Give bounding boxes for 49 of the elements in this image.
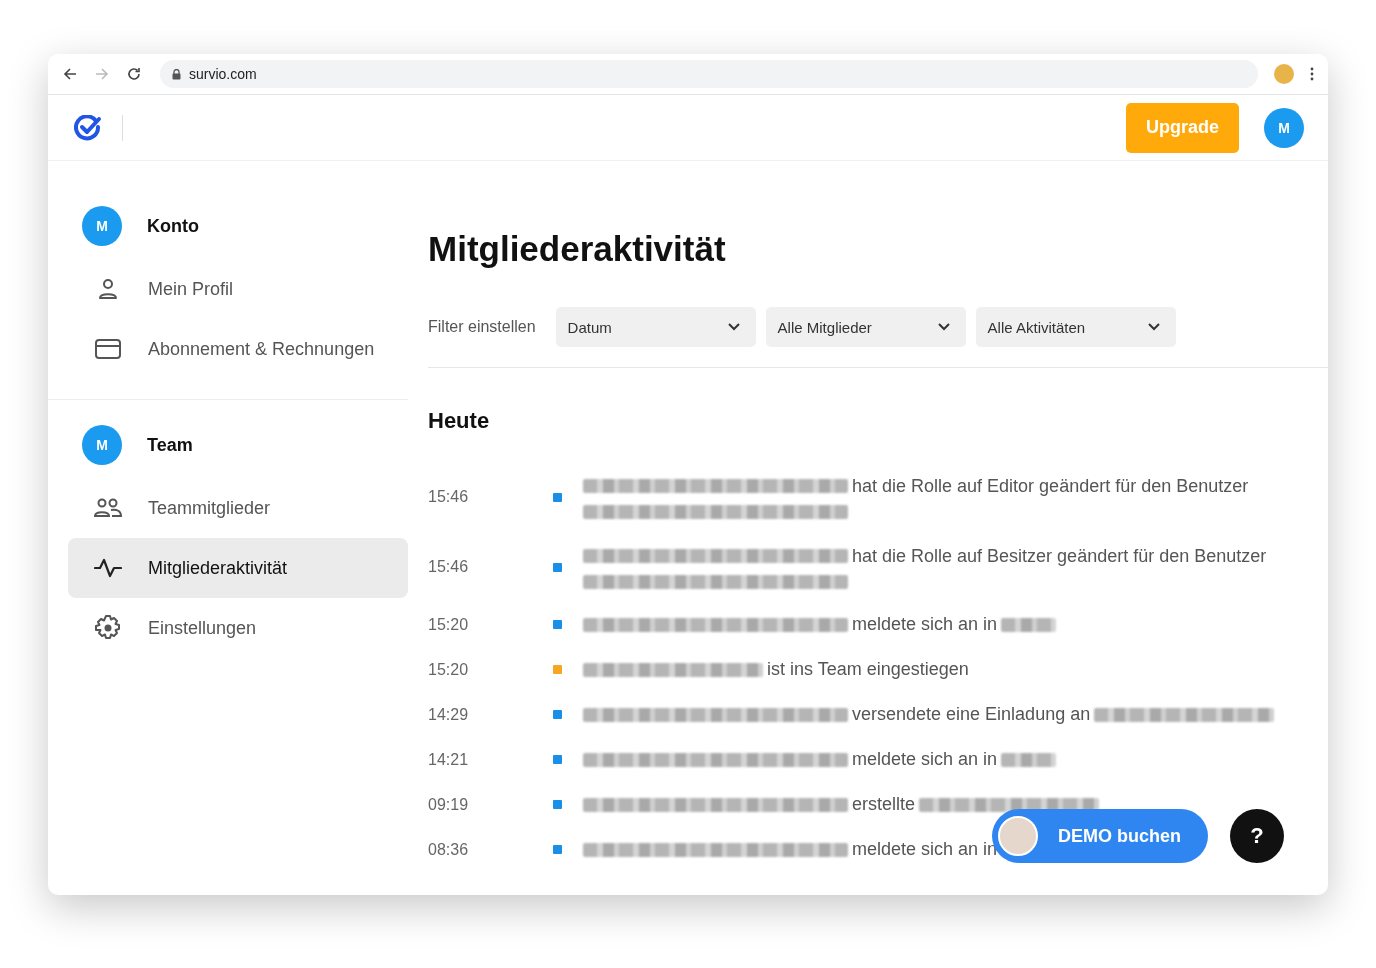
chevron-icon [937,323,950,331]
people-icon [94,498,122,518]
redacted-text [1001,617,1057,632]
chevron-icon [727,323,740,331]
entry-time: 08:36 [428,840,470,859]
person-icon [98,278,118,300]
team-avatar: M [82,425,122,465]
sidebar-item[interactable]: Mitgliederaktivität [68,538,408,598]
settings-icon [95,615,121,641]
entry-time: 09:19 [428,795,470,814]
lock-icon [172,68,181,80]
filter-label: Filter einstellen [428,318,536,336]
activity-text: meldete sich an in [852,749,998,770]
activity-text: meldete sich an in [852,614,998,635]
entry-time: 15:46 [428,558,470,576]
filter-dropdown[interactable]: Alle Aktivitäten [975,307,1176,347]
sidebar-item[interactable]: Teammitglieder [68,478,408,538]
reload-icon[interactable] [126,66,142,82]
section-title: Konto [147,215,199,237]
activity-text: hat die Rolle auf Besitzer geändert für den Benutzer [852,545,1267,567]
chevron-icon [1147,323,1160,331]
entry-time: 14:21 [428,750,470,769]
menu-icon[interactable] [1310,67,1314,81]
section-title: Team [147,434,193,456]
sidebar-item[interactable]: Einstellungen [68,598,408,658]
activity-text: hat die Rolle auf Editor geändert für den Benutzer [852,475,1249,497]
avatar-placeholder [998,816,1038,856]
url-text: survio.com [189,66,257,82]
help-button[interactable]: ? [1230,809,1284,863]
entry-time: 15:46 [428,488,470,506]
logo-icon[interactable] [74,114,102,141]
filter-dropdown[interactable]: Alle Mitglieder [765,307,966,347]
entry-time: 14:29 [428,705,470,724]
sidebar-item[interactable]: Mein Profil [68,259,408,319]
address-bar[interactable]: survio.com [160,60,1258,88]
entry-time: 15:20 [428,660,470,679]
redacted-text [1001,752,1057,767]
team-avatar: M [82,206,122,246]
activity-text: ist ins Team eingestiegen [767,659,969,680]
sidebar-item[interactable]: Abonnement & Rechnungen [68,319,408,379]
entry-time: 15:20 [428,615,470,634]
card-icon [95,339,121,359]
back-icon[interactable] [62,66,78,82]
activity-text: erstellte [852,794,916,815]
page-title: Mitgliederaktivität [428,229,727,269]
day-heading: Heute [428,408,491,434]
pulse-icon [94,558,122,578]
filter-dropdown[interactable]: Datum [555,307,756,347]
activity-text: versendete eine Einladung an [852,704,1091,725]
